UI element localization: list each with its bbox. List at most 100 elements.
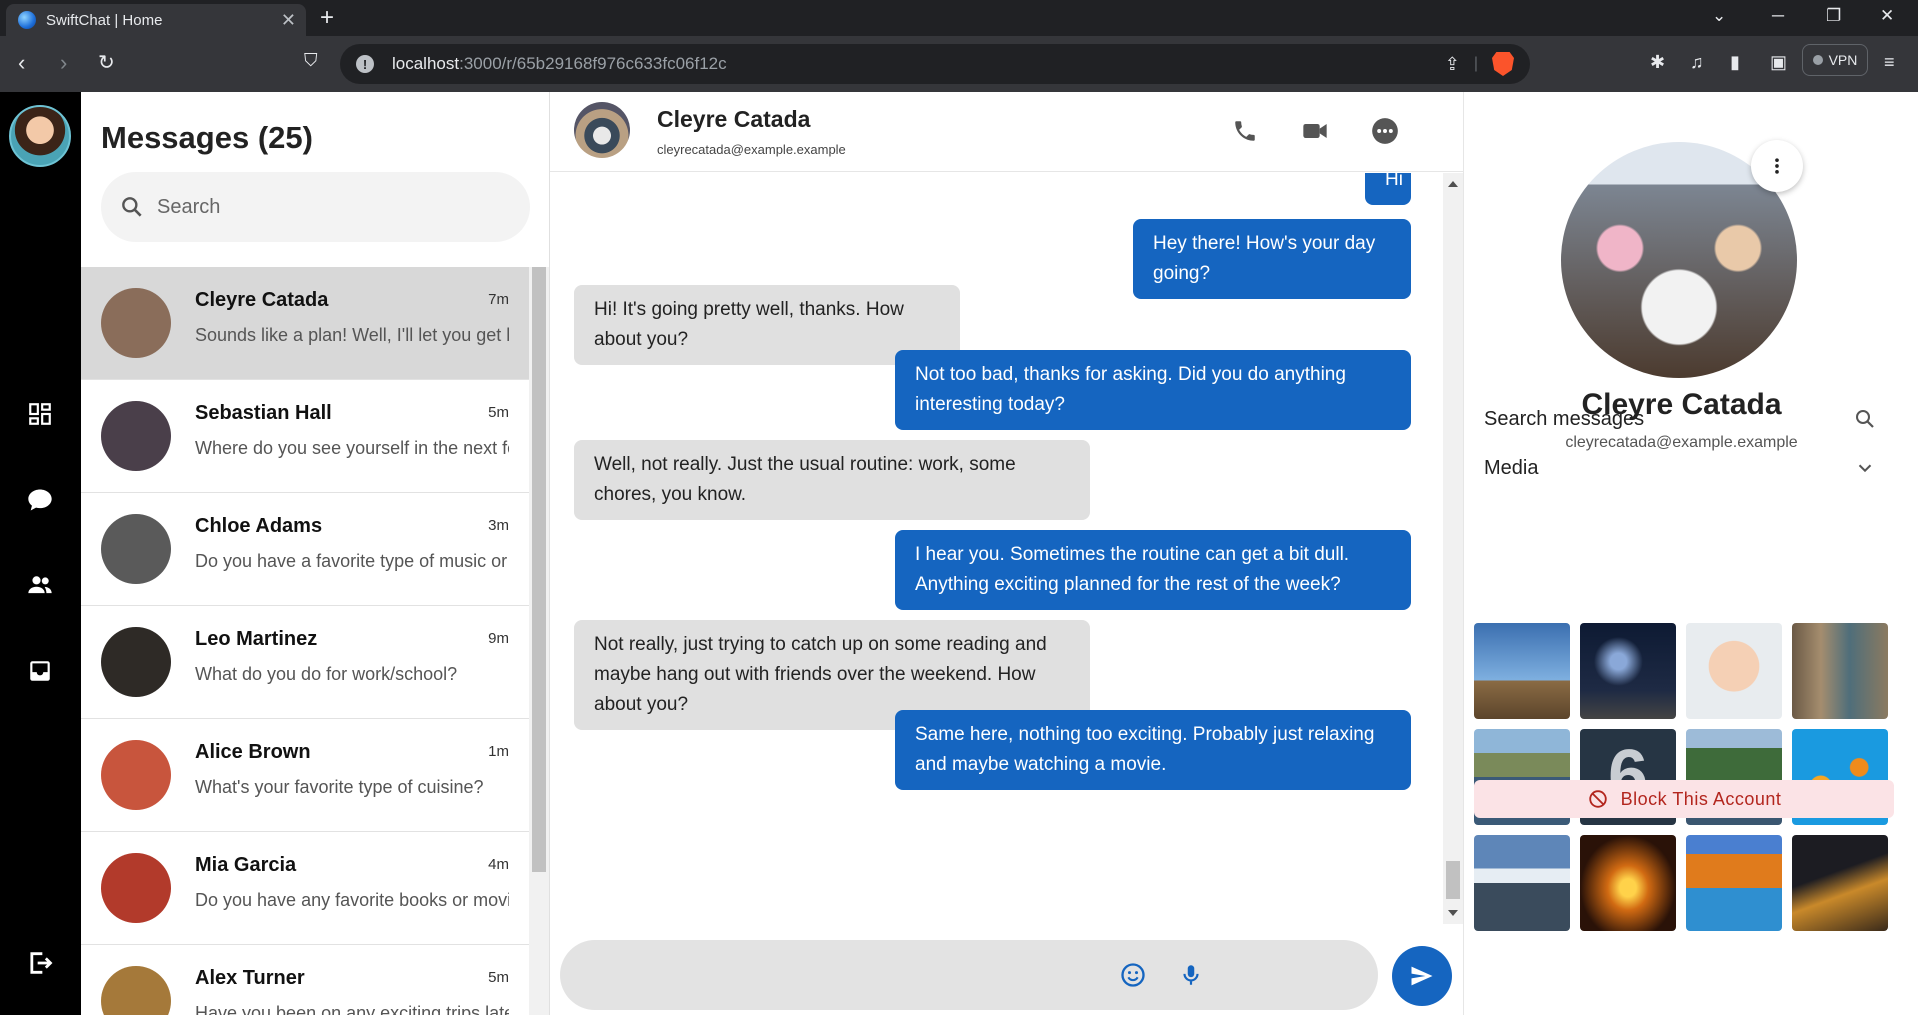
search-placeholder: Search — [157, 195, 221, 218]
conversation-item[interactable]: Chloe Adams 3m Do you have a favorite type… — [81, 493, 529, 606]
media-thumbnail[interactable] — [1792, 835, 1888, 931]
logout-icon[interactable] — [25, 948, 55, 978]
wallet-icon[interactable]: ▣ — [1770, 52, 1787, 73]
brave-shields-icon[interactable] — [1492, 52, 1514, 76]
message-thread: Hi Hey there! How's your day going? Hi! It… — [550, 173, 1443, 924]
minimize-icon[interactable]: ─ — [1772, 6, 1784, 26]
phone-icon[interactable] — [1230, 116, 1260, 146]
send-button[interactable] — [1392, 946, 1452, 1006]
conversation-avatar — [101, 627, 171, 697]
swiftchat-favicon-icon — [18, 11, 36, 29]
conversation-item[interactable]: Alice Brown 1m What's your favorite type o… — [81, 719, 529, 832]
message-input[interactable] — [560, 940, 1378, 1010]
chat-header: Cleyre Catada cleyrecatada@example.examp… — [550, 92, 1463, 172]
share-icon[interactable]: ⇪ — [1445, 54, 1460, 75]
close-tab-icon[interactable]: ✕ — [281, 10, 296, 31]
new-tab-button[interactable]: + — [320, 4, 334, 32]
media-thumbnail[interactable] — [1474, 623, 1570, 719]
contact-email: cleyrecatada@example.example — [657, 142, 846, 157]
browser-toolbar: ‹ › ↻ ⛉ ! localhost:3000/r/65b29168f976c… — [0, 36, 1918, 92]
media-thumbnail[interactable] — [1580, 623, 1676, 719]
conversation-preview: Do you have a favorite type of music or … — [195, 551, 509, 571]
conversation-item[interactable]: Mia Garcia 4m Do you have any favorite boo… — [81, 832, 529, 945]
video-call-icon[interactable] — [1300, 116, 1330, 146]
outgoing-message: Hey there! How's your day going? — [1133, 219, 1411, 299]
address-bar[interactable]: ! localhost:3000/r/65b29168f976c633fc06f… — [340, 44, 1530, 84]
messages-panel: Messages (25) Search Cleyre Catada 7m Soun… — [81, 92, 550, 1015]
conversation-time: 7m — [488, 291, 509, 308]
outgoing-message: Same here, nothing too exciting. Probabl… — [895, 710, 1411, 790]
profile-menu-button[interactable] — [1751, 140, 1803, 192]
microphone-icon[interactable] — [1176, 960, 1206, 990]
conversation-preview: What's your favorite type of cuisine? — [195, 777, 484, 797]
block-icon — [1588, 790, 1607, 808]
reload-icon[interactable]: ↻ — [98, 50, 115, 75]
conversation-avatar — [101, 288, 171, 358]
site-info-icon[interactable]: ! — [356, 55, 374, 73]
dashboard-icon[interactable] — [25, 399, 55, 429]
conversation-avatar — [101, 514, 171, 584]
restore-icon[interactable]: ❐ — [1826, 6, 1841, 26]
conversation-list: Cleyre Catada 7m Sounds like a plan! Well,… — [81, 267, 529, 1015]
conversation-search-input[interactable]: Search — [101, 172, 530, 242]
conversation-name: Mia Garcia — [195, 854, 297, 876]
conversation-preview: Where do you see yourself in the next fe… — [195, 438, 509, 458]
forward-icon[interactable]: › — [60, 50, 67, 76]
conversation-time: 5m — [488, 969, 509, 986]
inbox-icon[interactable] — [25, 656, 55, 686]
chevron-down-icon[interactable] — [1850, 453, 1880, 483]
outgoing-message: I hear you. Sometimes the routine can ge… — [895, 530, 1411, 610]
scroll-up-arrow-icon[interactable] — [1448, 181, 1458, 187]
chat-bubble-icon[interactable] — [25, 485, 55, 515]
conversation-avatar — [101, 853, 171, 923]
conversation-list-scrollbar[interactable] — [529, 267, 549, 1015]
messages-title: Messages (25) — [101, 120, 313, 155]
search-messages-label[interactable]: Search messages — [1484, 408, 1644, 431]
media-thumbnail[interactable] — [1580, 835, 1676, 931]
close-window-icon[interactable]: ✕ — [1880, 6, 1894, 26]
vpn-button[interactable]: VPN — [1802, 44, 1868, 76]
media-grid — [1474, 623, 1894, 931]
conversation-preview: Sounds like a plan! Well, I'll let you g… — [195, 325, 509, 345]
incoming-message: Well, not really. Just the usual routine… — [574, 440, 1090, 520]
scrollbar-thumb[interactable] — [1446, 861, 1460, 899]
bookmark-icon[interactable]: ⛉ — [304, 50, 318, 71]
tab-search-chevron-icon[interactable]: ⌄ — [1712, 6, 1726, 26]
user-avatar[interactable] — [9, 105, 71, 167]
conversation-name: Chloe Adams — [195, 515, 323, 537]
nav-rail — [0, 92, 81, 1015]
conversation-time: 9m — [488, 630, 509, 647]
contact-avatar[interactable] — [574, 102, 630, 158]
conversation-item[interactable]: Alex Turner 5m Have you been on any exciti… — [81, 945, 529, 1015]
conversation-item[interactable]: Cleyre Catada 7m Sounds like a plan! Well,… — [81, 267, 529, 380]
conversation-item[interactable]: Leo Martinez 9m What do you do for work/sc… — [81, 606, 529, 719]
media-thumbnail[interactable] — [1792, 623, 1888, 719]
browser-tab[interactable]: SwiftChat | Home ✕ — [6, 4, 306, 36]
tab-title: SwiftChat | Home — [46, 11, 163, 29]
media-icon[interactable]: ♫ — [1690, 52, 1704, 73]
block-account-button[interactable]: Block This Account — [1474, 780, 1894, 818]
menu-icon[interactable]: ≡ — [1884, 52, 1895, 73]
contacts-icon[interactable] — [25, 570, 55, 600]
vertical-dots-icon — [1775, 158, 1779, 174]
scroll-down-arrow-icon[interactable] — [1448, 910, 1458, 916]
conversation-avatar — [101, 401, 171, 471]
media-label[interactable]: Media — [1484, 457, 1538, 480]
conversation-avatar — [101, 740, 171, 810]
vpn-label: VPN — [1828, 52, 1858, 68]
back-icon[interactable]: ‹ — [18, 50, 25, 76]
extensions-icon[interactable]: ✱ — [1650, 52, 1665, 73]
search-icon[interactable] — [1850, 404, 1880, 434]
sidebar-icon[interactable]: ▮ — [1730, 52, 1740, 73]
conversation-name: Leo Martinez — [195, 628, 318, 650]
browser-tab-bar: SwiftChat | Home ✕ + ⌄ ─ ❐ ✕ — [0, 0, 1918, 36]
media-thumbnail[interactable] — [1686, 623, 1782, 719]
emoji-icon[interactable] — [1118, 960, 1148, 990]
scrollbar-thumb[interactable] — [532, 267, 546, 872]
conversation-name: Alex Turner — [195, 967, 305, 989]
conversation-item[interactable]: Sebastian Hall 5m Where do you see yoursel… — [81, 380, 529, 493]
media-thumbnail[interactable] — [1686, 835, 1782, 931]
more-options-icon[interactable] — [1370, 116, 1400, 146]
message-thread-scrollbar[interactable] — [1443, 173, 1463, 924]
media-thumbnail[interactable] — [1474, 835, 1570, 931]
